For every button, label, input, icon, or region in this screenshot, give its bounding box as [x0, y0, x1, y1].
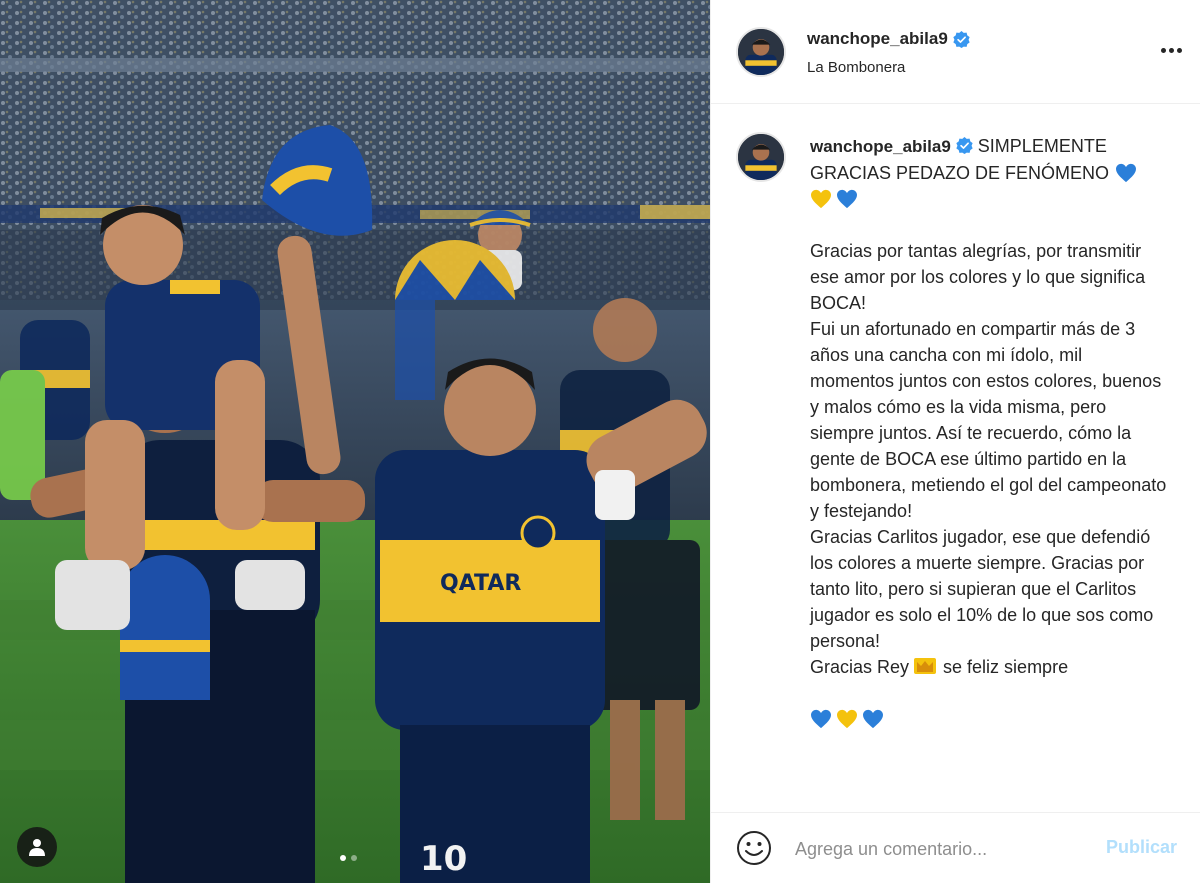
- avatar[interactable]: [736, 27, 786, 77]
- post-location[interactable]: La Bombonera: [807, 59, 905, 76]
- caption-closing: Gracias Rey: [810, 657, 910, 677]
- more-dot-icon: [1160, 47, 1166, 53]
- publish-button[interactable]: Publicar: [1106, 837, 1177, 858]
- caption-text: wanchope_abila9 SIMPLEMENTE GRACIAS PEDA…: [810, 133, 1170, 732]
- yellow-heart-icon: [811, 189, 831, 209]
- blue-heart-icon: [863, 709, 883, 729]
- profile-photo: [738, 29, 784, 75]
- celebration-photo: QATAR 10: [0, 0, 710, 883]
- comment-bar: Publicar: [711, 812, 1200, 883]
- post-header: wanchope_abila9 La Bombonera: [711, 0, 1200, 104]
- user-icon: [29, 839, 45, 856]
- verified-badge-icon: [953, 30, 970, 48]
- carousel-dot: [351, 855, 357, 861]
- post-username[interactable]: wanchope_abila9: [807, 29, 948, 49]
- more-options-button[interactable]: [1156, 40, 1186, 60]
- more-dot-icon: [1176, 47, 1182, 53]
- profile-photo: [738, 134, 784, 180]
- carousel-dot-active: [340, 855, 346, 861]
- post-photo[interactable]: QATAR 10: [0, 0, 710, 883]
- blue-heart-icon: [837, 189, 857, 209]
- caption-paragraph: Fui un afortunado en compartir más de 3 …: [810, 319, 1167, 521]
- carousel-indicator: [340, 855, 357, 861]
- more-dot-icon: [1168, 47, 1174, 53]
- blue-heart-icon: [811, 709, 831, 729]
- caption-paragraph: Gracias por tantas alegrías, por transmi…: [810, 241, 1146, 313]
- caption-username[interactable]: wanchope_abila9: [810, 137, 951, 156]
- post-side-panel: wanchope_abila9 La Bombonera wanchope_ab…: [710, 0, 1200, 883]
- svg-text:10: 10: [420, 839, 467, 879]
- crown-icon: [914, 658, 937, 674]
- caption-avatar[interactable]: [736, 132, 786, 182]
- caption-closing: se feliz siempre: [943, 657, 1069, 677]
- emoji-icon[interactable]: [736, 830, 772, 866]
- svg-text:QATAR: QATAR: [440, 571, 521, 596]
- verified-badge-icon: [956, 137, 973, 154]
- caption-paragraph: Gracias Carlitos jugador, ese que defend…: [810, 527, 1154, 651]
- tagged-users-button[interactable]: [17, 827, 57, 867]
- blue-heart-icon: [1116, 163, 1137, 183]
- yellow-heart-icon: [837, 709, 857, 729]
- comment-input[interactable]: [795, 835, 1085, 863]
- caption-section: wanchope_abila9 SIMPLEMENTE GRACIAS PEDA…: [711, 104, 1200, 819]
